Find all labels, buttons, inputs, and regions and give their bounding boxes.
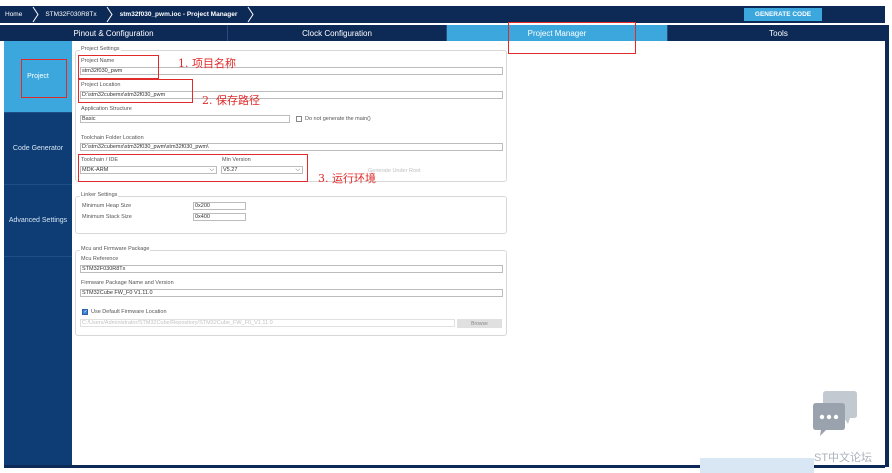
min-heap-label: Minimum Heap Size (82, 203, 132, 209)
linker-settings-title: Linker Settings (80, 192, 119, 198)
app-window: Home STM32F030R8Tx stm32f030_pwm.ioc - P… (0, 0, 892, 473)
highlight-project-manager-tab (508, 22, 636, 54)
chevron-right-icon (245, 6, 255, 23)
breadcrumb-home[interactable]: Home (0, 6, 30, 23)
application-structure-select[interactable]: Basic (80, 115, 290, 123)
toolchain-folder-input[interactable]: D:\stm32cubemx\stm32f030_pwm\stm32f030_p… (80, 143, 503, 151)
breadcrumb-bar: Home STM32F030R8Tx stm32f030_pwm.ioc - P… (0, 6, 885, 23)
use-default-firmware-label: Use Default Firmware Location (91, 309, 167, 315)
annotation-project-name: 1. 项目名称 (178, 57, 236, 70)
annotation-save-path: 2. 保存路径 (202, 94, 260, 107)
background-strip (700, 458, 814, 473)
mcu-reference-label: Mcu Reference (81, 256, 119, 262)
tab-clock-configuration[interactable]: Clock Configuration (228, 25, 447, 41)
breadcrumb-project-manager[interactable]: stm32f030_pwm.ioc - Project Manager (115, 6, 246, 23)
mcu-firmware-title: Mcu and Firmware Package (80, 246, 151, 252)
highlight-project-location (78, 79, 193, 103)
no-main-checkbox[interactable] (296, 116, 302, 122)
tab-pinout-configuration[interactable]: Pinout & Configuration (0, 25, 228, 41)
linker-settings-group (75, 196, 507, 234)
min-stack-label: Minimum Stack Size (82, 214, 132, 220)
breadcrumb-mcu[interactable]: STM32F030R8Tx (40, 6, 104, 23)
mcu-reference-input[interactable]: STM32F030R8Tx (80, 265, 503, 273)
application-structure-label: Application Structure (81, 106, 132, 112)
highlight-toolchain (78, 154, 308, 182)
application-structure-value: Basic (82, 116, 96, 122)
firmware-location-input[interactable]: C:/Users/Administrator/STM32Cube/Reposit… (80, 319, 455, 327)
window-border-right (885, 25, 889, 467)
sidebar-item-code-generator[interactable]: Code Generator (4, 113, 72, 185)
highlight-project-name (78, 55, 159, 79)
project-settings-title: Project Settings (80, 46, 121, 52)
chevron-right-icon (105, 6, 115, 23)
min-heap-input[interactable]: 0x200 (193, 202, 246, 210)
toolchain-folder-label: Toolchain Folder Location (81, 135, 144, 141)
chat-bubble-icon (813, 391, 857, 436)
main-tabs: Pinout & Configuration Clock Configurati… (0, 25, 889, 41)
tab-tools[interactable]: Tools (668, 25, 889, 41)
use-default-firmware-checkbox[interactable] (82, 309, 88, 315)
annotation-run-environment: 3. 运行环境 (318, 172, 376, 185)
browse-button[interactable]: Browse (457, 319, 502, 328)
firmware-package-input[interactable]: STM32Cube FW_F0 V1.11.0 (80, 289, 503, 297)
chevron-right-icon (30, 6, 40, 23)
watermark-text: ST中文论坛 (814, 452, 873, 464)
sidebar: Project Code Generator Advanced Settings (4, 41, 72, 467)
highlight-project-sidebar (21, 59, 67, 98)
sidebar-item-advanced-settings[interactable]: Advanced Settings (4, 185, 72, 257)
generate-code-button[interactable]: GENERATE CODE (744, 8, 822, 21)
no-main-label: Do not generate the main() (305, 116, 371, 122)
firmware-package-label: Firmware Package Name and Version (81, 280, 174, 286)
min-stack-input[interactable]: 0x400 (193, 213, 246, 221)
